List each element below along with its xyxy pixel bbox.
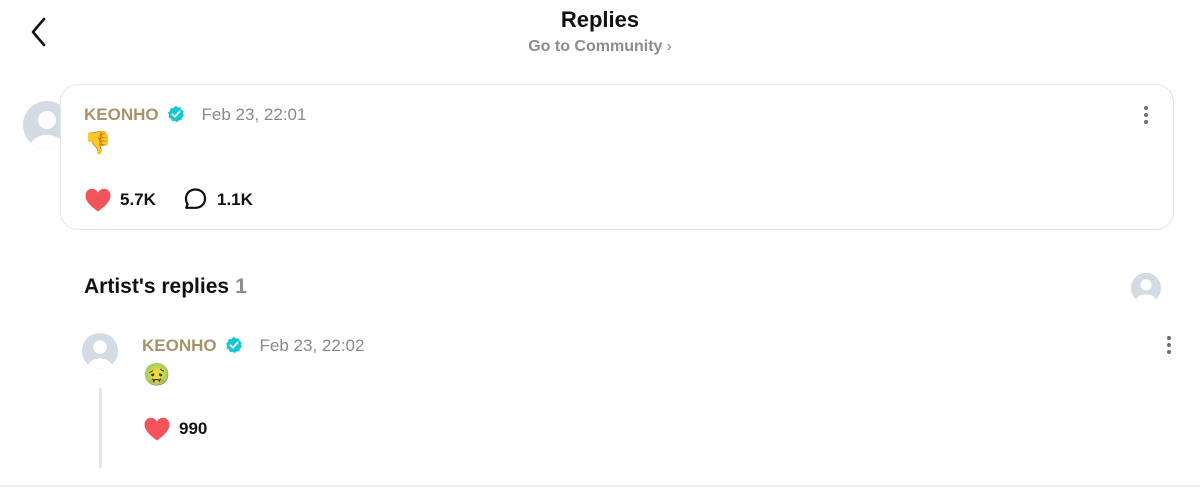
heart-icon <box>144 417 170 441</box>
reply-author[interactable]: KEONHO <box>142 336 217 355</box>
avatar-icon <box>82 333 118 369</box>
header: Replies Go to Community › <box>0 0 1200 70</box>
post-author[interactable]: KEONHO <box>84 105 159 124</box>
verified-icon <box>168 105 185 123</box>
reply-more-button[interactable] <box>1164 334 1174 356</box>
post-card: KEONHO Feb 23, 22:01 👎 5.7K 1.1K <box>60 84 1174 230</box>
post-comment-count: 1.1K <box>217 190 253 209</box>
post-like-count: 5.7K <box>120 190 156 209</box>
page-title: Replies <box>560 7 640 32</box>
post-comment-button[interactable]: 1.1K <box>183 187 253 213</box>
artist-filter-avatar[interactable] <box>1131 273 1161 303</box>
reply-meta: KEONHO Feb 23, 22:02 <box>142 336 364 356</box>
artist-replies-label: Artist's replies <box>84 275 230 298</box>
reply-like-count: 990 <box>179 419 208 438</box>
go-to-community-label: Go to Community <box>528 38 663 55</box>
reply-like-button[interactable]: 990 <box>143 416 207 442</box>
more-icon <box>1164 336 1174 354</box>
artist-replies-count: 1 <box>235 275 247 298</box>
reply-content: 🤢 <box>143 363 171 388</box>
comment-icon <box>184 188 207 209</box>
reply-avatar[interactable] <box>82 333 118 369</box>
post-more-button[interactable] <box>1141 104 1151 126</box>
post-meta: KEONHO Feb 23, 22:01 <box>84 105 306 125</box>
artist-replies-heading: Artist's replies 1 <box>84 275 247 299</box>
heart-icon <box>85 188 111 212</box>
avatar-icon <box>1131 273 1161 303</box>
post-content: 👎 <box>84 131 112 156</box>
post-like-button[interactable]: 5.7K <box>84 187 156 213</box>
go-to-community-link[interactable]: Go to Community › <box>0 38 1200 56</box>
chevron-right-icon: › <box>666 38 672 55</box>
thread-line <box>99 388 102 468</box>
more-icon <box>1141 106 1151 124</box>
verified-icon <box>226 336 243 354</box>
post-date: Feb 23, 22:01 <box>201 105 307 124</box>
reply-date: Feb 23, 22:02 <box>259 336 365 355</box>
